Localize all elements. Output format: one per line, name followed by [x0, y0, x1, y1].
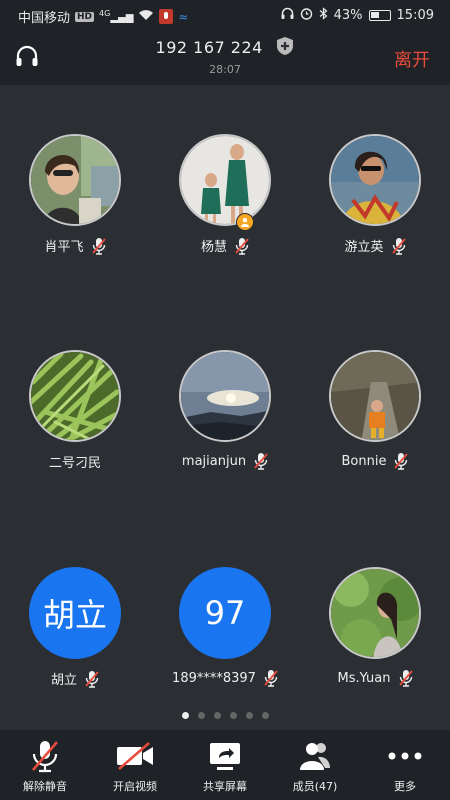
share-screen-icon: [180, 738, 270, 774]
alarm-icon: [300, 7, 313, 24]
members-button[interactable]: 成员(47): [270, 738, 360, 794]
avatar: [329, 567, 421, 659]
participant-name-row: majianjun: [150, 452, 300, 470]
mic-muted-icon: [91, 237, 106, 255]
page-dot[interactable]: [261, 712, 269, 719]
leave-button[interactable]: 离开: [394, 46, 430, 72]
participant-name-row: 胡立: [0, 669, 150, 688]
unmute-label: 解除静音: [23, 780, 67, 793]
avatar: 97: [179, 567, 271, 659]
participant-tile[interactable]: Bonnie: [300, 350, 450, 470]
headphone-status-icon: [281, 7, 294, 24]
avatar: [329, 134, 421, 226]
network-type: 4G: [99, 9, 111, 19]
security-shield-icon[interactable]: [276, 36, 294, 60]
mic-muted-icon: [398, 669, 413, 687]
participant-name: 杨慧: [200, 240, 227, 255]
share-screen-button[interactable]: 共享屏幕: [180, 738, 270, 794]
participant-name-row: 肖平飞: [0, 236, 150, 255]
page-dot[interactable]: [213, 712, 221, 719]
mic-muted-icon: [85, 670, 99, 688]
share-screen-label: 共享屏幕: [203, 780, 247, 793]
page-dot[interactable]: [197, 712, 205, 719]
participant-name: 189****8397: [172, 670, 256, 686]
start-video-button[interactable]: 开启视频: [90, 738, 180, 794]
page-dot-active[interactable]: [181, 712, 189, 719]
mic-muted-icon: [394, 452, 409, 470]
signal-icon: 4G▂▄▆: [99, 9, 134, 24]
host-badge-icon: [236, 213, 254, 231]
participant-name-row: 杨慧: [150, 236, 300, 255]
participant-tile[interactable]: majianjun: [150, 350, 300, 470]
bluetooth-icon: [319, 7, 328, 24]
battery-icon: [368, 10, 391, 21]
wifi-icon: [138, 9, 154, 25]
avatar: [179, 350, 271, 442]
members-icon: [270, 738, 360, 774]
avatar: [179, 134, 271, 226]
participant-grid: 肖平飞 杨慧 游立英 二号刁民 majianjun Bonnie 胡立 胡立 9…: [0, 85, 450, 700]
battery-percent: 43%: [333, 8, 363, 23]
participant-tile[interactable]: Ms.Yuan: [300, 567, 450, 687]
meeting-toolbar: 解除静音 开启视频 共享屏幕 成员(47) 更多: [0, 730, 450, 800]
avatar: 胡立: [29, 567, 121, 659]
participant-tile[interactable]: 杨慧: [150, 134, 300, 255]
hd-badge: HD: [75, 11, 95, 22]
more-button[interactable]: 更多: [360, 738, 450, 794]
participant-tile[interactable]: 二号刁民: [0, 350, 150, 471]
meeting-timer: 28:07: [209, 63, 241, 76]
avatar: [29, 134, 121, 226]
participant-name: 二号刁民: [48, 456, 101, 471]
members-label: 成员(47): [292, 780, 338, 793]
meeting-header: 192 167 224 28:07 离开: [0, 30, 450, 85]
participant-tile[interactable]: 游立英: [300, 134, 450, 255]
avatar: [29, 350, 121, 442]
participant-name-row: Bonnie: [300, 452, 450, 470]
recording-mic-icon: [159, 9, 174, 24]
mic-muted-icon: [235, 237, 249, 255]
mic-muted-icon: [264, 669, 278, 687]
participant-name-row: 189****8397: [150, 669, 300, 687]
clock-time: 15:09: [396, 8, 434, 23]
participant-tile[interactable]: 97 189****8397: [150, 567, 300, 687]
app-notification-icon: ≈: [178, 9, 189, 24]
participant-name: 胡立: [50, 673, 77, 688]
page-indicator[interactable]: [0, 712, 450, 719]
meeting-id-text: 192 167 224: [155, 38, 263, 57]
participant-name-row: 游立英: [300, 236, 450, 255]
participant-name: Bonnie: [341, 453, 387, 469]
participant-tile[interactable]: 肖平飞: [0, 134, 150, 255]
mic-muted-icon: [0, 738, 90, 774]
avatar: [329, 350, 421, 442]
more-label: 更多: [394, 780, 416, 793]
page-dot[interactable]: [245, 712, 253, 719]
more-dots-icon: [360, 738, 450, 774]
unmute-button[interactable]: 解除静音: [0, 738, 90, 794]
mic-muted-icon: [391, 237, 406, 255]
participant-name: majianjun: [181, 453, 247, 469]
meeting-id[interactable]: 192 167 224: [0, 36, 450, 60]
participant-name: 肖平飞: [44, 240, 84, 255]
participant-tile[interactable]: 胡立 胡立: [0, 567, 150, 688]
participant-name-row: Ms.Yuan: [300, 669, 450, 687]
carrier-name: 中国移动: [18, 11, 71, 26]
start-video-label: 开启视频: [113, 780, 157, 793]
video-off-icon: [90, 738, 180, 774]
mic-muted-icon: [254, 452, 268, 470]
participant-name: Ms.Yuan: [337, 670, 391, 686]
status-bar: 中国移动 HD 4G▂▄▆ ≈ 43% 15:09: [0, 0, 450, 30]
participant-name: 游立英: [344, 240, 384, 255]
participant-name-row: 二号刁民: [0, 452, 150, 471]
page-dot[interactable]: [229, 712, 237, 719]
